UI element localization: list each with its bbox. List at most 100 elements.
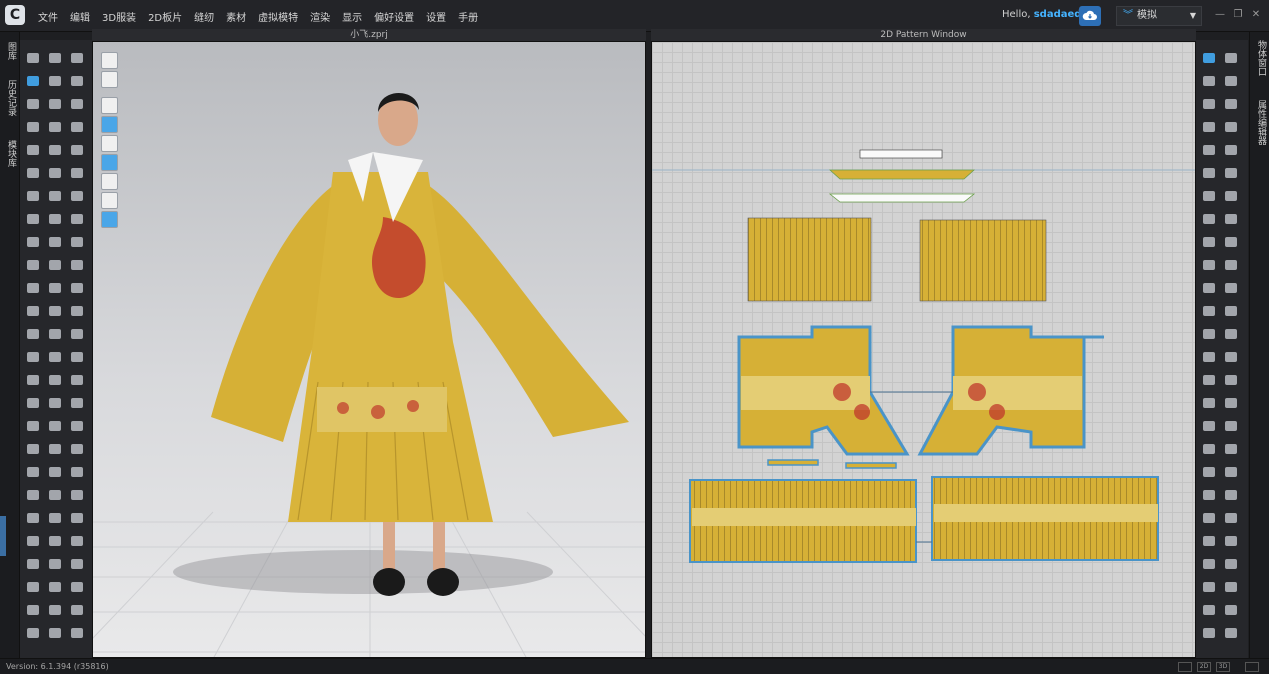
tool-icon[interactable] bbox=[46, 510, 64, 526]
tool-icon[interactable] bbox=[1222, 142, 1240, 158]
panel-expand-handle[interactable] bbox=[0, 516, 6, 556]
tool-icon[interactable] bbox=[46, 418, 64, 434]
tool-icon[interactable] bbox=[24, 165, 42, 181]
tool-icon[interactable] bbox=[1222, 487, 1240, 503]
tool-icon[interactable] bbox=[1222, 579, 1240, 595]
menu-manual[interactable]: 手册 bbox=[452, 9, 484, 24]
tool-icon[interactable] bbox=[1222, 533, 1240, 549]
tool-icon[interactable] bbox=[68, 188, 86, 204]
menu-display[interactable]: 显示 bbox=[336, 9, 368, 24]
tool-icon[interactable] bbox=[68, 96, 86, 112]
tool-icon[interactable] bbox=[1200, 165, 1218, 181]
tool-icon[interactable] bbox=[46, 464, 64, 480]
tool-icon[interactable] bbox=[68, 326, 86, 342]
menu-avatar[interactable]: 虚拟模特 bbox=[252, 9, 304, 24]
tool-icon[interactable] bbox=[46, 142, 64, 158]
tool-icon[interactable] bbox=[68, 303, 86, 319]
tool-icon[interactable] bbox=[1200, 625, 1218, 641]
tool-icon[interactable] bbox=[1222, 556, 1240, 572]
tool-icon[interactable] bbox=[1200, 142, 1218, 158]
tool-icon[interactable] bbox=[46, 73, 64, 89]
tool-icon[interactable] bbox=[68, 280, 86, 296]
tool-icon[interactable] bbox=[1200, 188, 1218, 204]
tool-icon[interactable] bbox=[24, 349, 42, 365]
tool-icon[interactable] bbox=[24, 119, 42, 135]
view-texture-icon[interactable] bbox=[101, 116, 118, 133]
tool-icon[interactable] bbox=[46, 487, 64, 503]
tab-library[interactable]: 图库 bbox=[2, 42, 18, 60]
tool-icon[interactable] bbox=[68, 119, 86, 135]
tool-icon[interactable] bbox=[68, 142, 86, 158]
tool-icon[interactable] bbox=[1222, 119, 1240, 135]
menu-materials[interactable]: 素材 bbox=[220, 9, 252, 24]
tool-icon[interactable] bbox=[1222, 418, 1240, 434]
tool-icon[interactable] bbox=[24, 188, 42, 204]
tool-icon[interactable] bbox=[1200, 579, 1218, 595]
tool-icon[interactable] bbox=[24, 234, 42, 250]
tool-icon[interactable] bbox=[1222, 303, 1240, 319]
tool-icon[interactable] bbox=[46, 119, 64, 135]
tool-icon[interactable] bbox=[24, 96, 42, 112]
tool-icon[interactable] bbox=[68, 50, 86, 66]
maximize-icon[interactable]: ❐ bbox=[1232, 9, 1244, 21]
tool-icon[interactable] bbox=[1200, 326, 1218, 342]
tool-icon[interactable] bbox=[46, 234, 64, 250]
tool-icon[interactable] bbox=[68, 464, 86, 480]
tool-icon[interactable] bbox=[24, 625, 42, 641]
tool-icon[interactable] bbox=[68, 372, 86, 388]
tool-icon[interactable] bbox=[1200, 487, 1218, 503]
tool-icon[interactable] bbox=[68, 579, 86, 595]
view-globe-icon[interactable] bbox=[101, 211, 118, 228]
tool-icon[interactable] bbox=[1222, 326, 1240, 342]
tool-icon[interactable] bbox=[1222, 188, 1240, 204]
tab-property-editor[interactable]: 属性编辑器 bbox=[1252, 100, 1268, 145]
menu-file[interactable]: 文件 bbox=[32, 9, 64, 24]
tool-icon[interactable] bbox=[1222, 625, 1240, 641]
menu-preferences[interactable]: 偏好设置 bbox=[368, 9, 420, 24]
tool-icon[interactable] bbox=[24, 602, 42, 618]
menu-3d-garment[interactable]: 3D服装 bbox=[96, 9, 142, 24]
tool-icon[interactable] bbox=[1222, 464, 1240, 480]
tool-icon[interactable] bbox=[46, 96, 64, 112]
tool-icon[interactable] bbox=[24, 372, 42, 388]
tool-icon[interactable] bbox=[46, 625, 64, 641]
tool-icon[interactable] bbox=[1200, 441, 1218, 457]
tool-icon[interactable] bbox=[1200, 234, 1218, 250]
menu-2d-pattern[interactable]: 2D板片 bbox=[142, 9, 188, 24]
tool-icon[interactable] bbox=[68, 556, 86, 572]
tool-icon[interactable] bbox=[1200, 602, 1218, 618]
tool-icon[interactable] bbox=[24, 280, 42, 296]
menu-settings[interactable]: 设置 bbox=[420, 9, 452, 24]
tool-icon[interactable] bbox=[1200, 372, 1218, 388]
tool-icon[interactable] bbox=[24, 579, 42, 595]
tool-icon[interactable] bbox=[46, 326, 64, 342]
view3d-window[interactable] bbox=[92, 41, 646, 658]
tool-icon[interactable] bbox=[46, 602, 64, 618]
tool-icon[interactable] bbox=[46, 188, 64, 204]
tool-icon[interactable] bbox=[68, 73, 86, 89]
tool-icon[interactable] bbox=[1222, 349, 1240, 365]
tab-object-browser[interactable]: 物体窗口 bbox=[1252, 40, 1268, 76]
tool-icon[interactable] bbox=[1200, 395, 1218, 411]
view-light-icon[interactable] bbox=[101, 135, 118, 152]
tool-icon[interactable] bbox=[1200, 556, 1218, 572]
tool-icon[interactable] bbox=[24, 464, 42, 480]
tab-modules[interactable]: 模块库 bbox=[2, 140, 18, 167]
tool-icon[interactable] bbox=[46, 556, 64, 572]
menu-render[interactable]: 渲染 bbox=[304, 9, 336, 24]
cloud-button[interactable] bbox=[1079, 6, 1101, 26]
tool-icon[interactable] bbox=[1222, 96, 1240, 112]
tool-icon[interactable] bbox=[46, 395, 64, 411]
tool-icon[interactable] bbox=[68, 441, 86, 457]
tool-icon[interactable] bbox=[46, 372, 64, 388]
tool-icon[interactable] bbox=[1200, 73, 1218, 89]
tool-icon[interactable] bbox=[24, 326, 42, 342]
tool-icon[interactable] bbox=[1222, 280, 1240, 296]
tool-icon[interactable] bbox=[46, 257, 64, 273]
tool-icon[interactable] bbox=[1222, 234, 1240, 250]
tool-icon[interactable] bbox=[1222, 211, 1240, 227]
tool-icon[interactable] bbox=[1222, 602, 1240, 618]
tool-icon[interactable] bbox=[1200, 533, 1218, 549]
tool-icon[interactable] bbox=[1222, 441, 1240, 457]
tool-icon[interactable] bbox=[1222, 257, 1240, 273]
